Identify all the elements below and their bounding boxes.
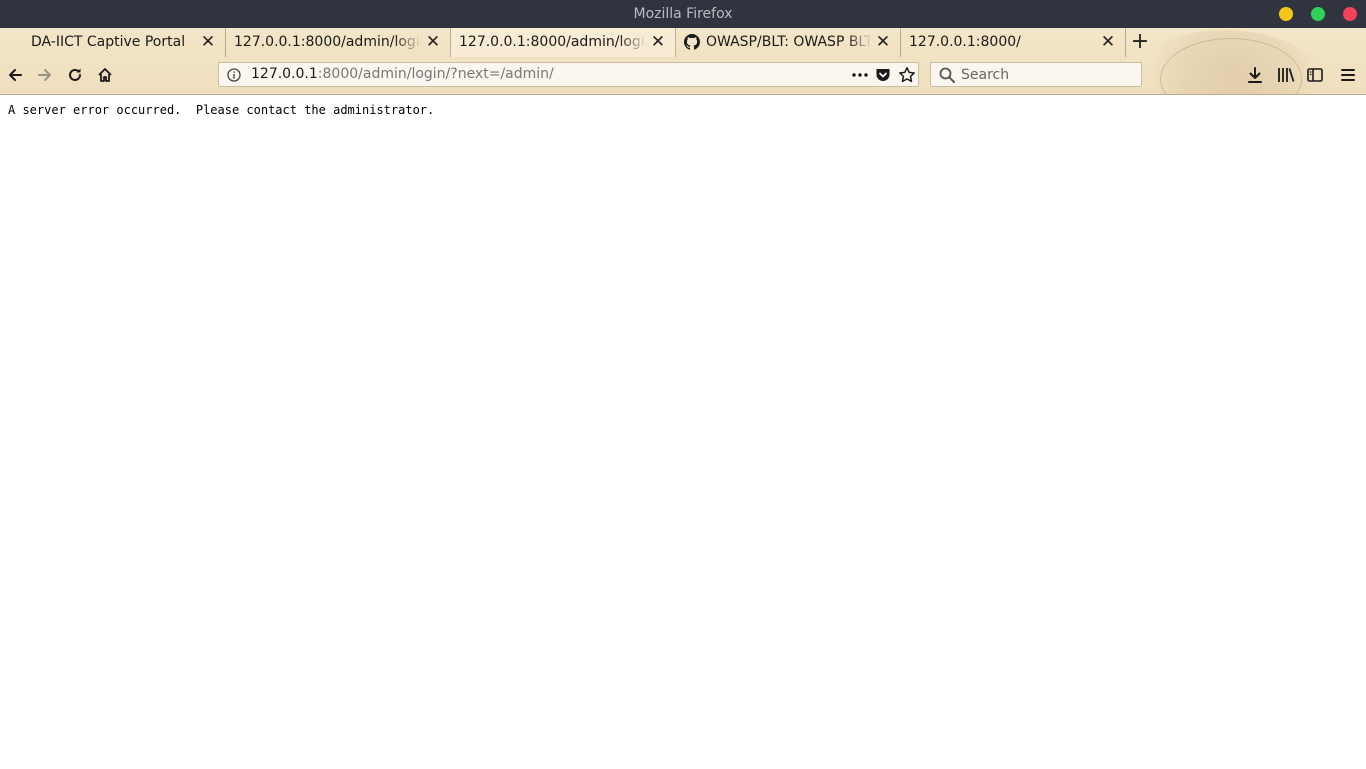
github-icon: [684, 34, 700, 50]
site-info-icon[interactable]: [227, 68, 241, 82]
library-icon: [1278, 68, 1295, 82]
open-menu-button[interactable]: [1334, 62, 1362, 88]
close-tab-icon[interactable]: ✕: [875, 28, 891, 57]
url-bar[interactable]: 127.0.0.1:8000/admin/login/?next=/admin/: [218, 62, 919, 87]
tab-captive-portal[interactable]: DA-IICT Captive Portal ✕: [0, 28, 226, 57]
page-actions-icon[interactable]: [851, 66, 869, 84]
sidebar-icon: [1307, 68, 1323, 82]
page-content: A server error occurred. Please contact …: [0, 94, 1366, 769]
minimize-window-button[interactable]: [1279, 7, 1293, 21]
home-button[interactable]: [91, 62, 119, 88]
navigation-bar: 127.0.0.1:8000/admin/login/?next=/admin/: [0, 57, 1366, 94]
close-tab-icon[interactable]: ✕: [1100, 28, 1116, 57]
tab-owasp-blt[interactable]: OWASP/BLT: OWASP BLT ✕: [676, 28, 901, 57]
tab-admin-login-2-active[interactable]: 127.0.0.1:8000/admin/login/?next=/admin/…: [450, 28, 676, 57]
close-tab-icon[interactable]: ✕: [425, 28, 441, 57]
browser-toolbar-area: DA-IICT Captive Portal ✕ 127.0.0.1:8000/…: [0, 28, 1366, 94]
close-tab-icon[interactable]: ✕: [200, 28, 216, 57]
back-arrow-icon: [9, 69, 22, 81]
close-tab-icon[interactable]: ✕: [650, 28, 666, 57]
tab-label: DA-IICT Captive Portal: [31, 34, 186, 50]
search-icon: [939, 67, 955, 83]
bookmark-star-icon[interactable]: [898, 66, 916, 84]
window-title: Mozilla Firefox: [633, 6, 733, 22]
url-path: :8000/admin/login/?next=/admin/: [317, 66, 554, 82]
pocket-icon[interactable]: [875, 67, 891, 83]
reload-button[interactable]: [61, 62, 89, 88]
reload-icon: [69, 68, 81, 81]
maximize-window-button[interactable]: [1311, 7, 1325, 21]
tab-label: OWASP/BLT: OWASP BLT: [706, 34, 872, 50]
tab-label: 127.0.0.1:8000/admin/login/?next=/admin/: [459, 34, 647, 50]
url-host: 127.0.0.1: [251, 66, 318, 82]
back-button[interactable]: [1, 62, 29, 88]
search-input[interactable]: [961, 63, 1131, 86]
home-icon: [98, 68, 112, 82]
tab-admin-login-1[interactable]: 127.0.0.1:8000/admin/login/?next=/admin/…: [226, 28, 451, 57]
library-button[interactable]: [1271, 62, 1299, 88]
server-error-message: A server error occurred. Please contact …: [8, 103, 435, 117]
tab-localhost-root[interactable]: 127.0.0.1:8000/ ✕: [901, 28, 1126, 57]
close-window-button[interactable]: [1343, 7, 1357, 21]
tab-label: 127.0.0.1:8000/: [909, 34, 1021, 50]
search-box[interactable]: [930, 62, 1142, 87]
url-text[interactable]: 127.0.0.1:8000/admin/login/?next=/admin/: [251, 63, 554, 86]
downloads-button[interactable]: [1241, 62, 1269, 88]
forward-button[interactable]: [31, 62, 59, 88]
sidebar-toggle-button[interactable]: [1301, 62, 1329, 88]
new-tab-button[interactable]: +: [1130, 28, 1150, 57]
window-titlebar: Mozilla Firefox: [0, 0, 1366, 28]
download-arrow-icon: [1248, 67, 1262, 83]
forward-arrow-icon: [38, 69, 51, 81]
tab-label: 127.0.0.1:8000/admin/login/?next=/admin/: [234, 34, 422, 50]
tab-strip: DA-IICT Captive Portal ✕ 127.0.0.1:8000/…: [0, 28, 1366, 57]
hamburger-menu-icon: [1341, 69, 1355, 81]
